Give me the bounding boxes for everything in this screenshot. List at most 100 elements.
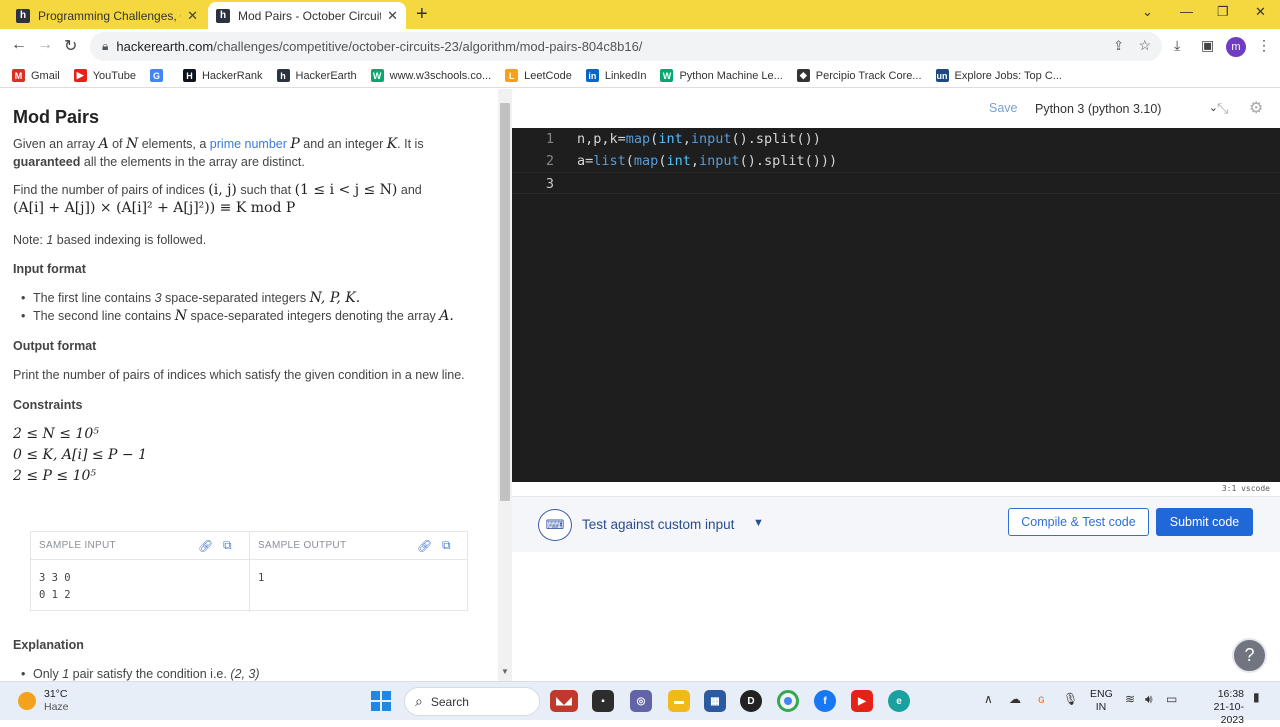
dell-icon[interactable]: D xyxy=(740,690,762,712)
copy-icon[interactable]: ⧉ xyxy=(223,538,232,553)
language-value: Python 3 (python 3.10) xyxy=(1035,102,1162,116)
line-number: 2 xyxy=(545,153,554,169)
bookmark-item[interactable]: H HackerRank xyxy=(182,69,263,82)
bookmark-label: Percipio Track Core... xyxy=(815,69,922,82)
bookmark-item[interactable]: ◆ Percipio Track Core... xyxy=(796,69,922,82)
tab-programming-challenges[interactable]: h Programming Challenges, Codi ✕ xyxy=(8,2,206,29)
forward-arrow-icon[interactable]: → xyxy=(37,36,53,54)
percipio-icon: ◆ xyxy=(796,69,810,82)
scroll-down-arrow-icon[interactable]: ▼ xyxy=(501,667,509,676)
gmail-icon: M xyxy=(12,69,25,82)
bookmark-item[interactable]: M Gmail xyxy=(12,69,60,82)
system-clock[interactable]: 16:38 21-10-2023 xyxy=(1192,688,1244,727)
browser-toolbar: ← → ↻ 🔒︎ hackerearth.com/challenges/comp… xyxy=(0,29,1280,64)
profile-avatar[interactable]: m xyxy=(1226,37,1246,57)
submit-code-button[interactable]: Submit code xyxy=(1156,508,1253,536)
minimize-icon[interactable]: — xyxy=(1180,4,1193,19)
copy-icon[interactable]: ⧉ xyxy=(442,538,451,553)
code-line[interactable]: 1 n,p,k=map(int,input().split()) xyxy=(512,128,1280,150)
problem-scrollbar[interactable]: ▼ xyxy=(498,89,512,681)
list-item: The second line contains N space-separat… xyxy=(0,307,470,325)
download-icon[interactable]: ⤓ xyxy=(1174,37,1180,54)
compile-test-button[interactable]: Compile & Test code xyxy=(1008,508,1149,536)
new-tab-plus-icon[interactable]: + xyxy=(416,3,428,26)
back-arrow-icon[interactable]: ← xyxy=(11,36,27,54)
close-window-icon[interactable]: ✕ xyxy=(1255,4,1266,20)
code-line[interactable]: 3 xyxy=(512,172,1280,194)
input-language[interactable]: ENG IN xyxy=(1090,688,1113,714)
windows-start-icon[interactable] xyxy=(371,691,391,711)
file-explorer-icon[interactable]: ▬ xyxy=(668,690,690,712)
side-panel-icon[interactable]: ▣ xyxy=(1201,37,1214,54)
address-bar[interactable]: 🔒︎ hackerearth.com/challenges/competitiv… xyxy=(90,32,1162,61)
reload-icon[interactable]: ↻ xyxy=(64,36,77,56)
constraints-heading: Constraints xyxy=(13,398,83,412)
code-line[interactable]: 2 a=list(map(int,input().split())) xyxy=(512,150,1280,172)
bookmark-item[interactable]: L LeetCode xyxy=(505,69,572,82)
bookmark-item[interactable]: un Explore Jobs: Top C... xyxy=(935,69,1062,82)
youtube-icon[interactable]: ▶ xyxy=(851,690,873,712)
hackerrank-icon: H xyxy=(182,69,196,82)
bookmark-item[interactable]: G xyxy=(149,69,169,82)
bookmark-label: Gmail xyxy=(31,69,60,82)
weather-widget[interactable]: 31°C Haze xyxy=(18,688,69,714)
output-format-text: Print the number of pairs of indices whi… xyxy=(13,368,465,382)
widget-app-icon[interactable]: ◣◢ xyxy=(550,690,578,712)
wifi-icon[interactable]: ≋ xyxy=(1125,692,1135,706)
prime-number-link[interactable]: prime number xyxy=(210,137,287,151)
settings-gear-icon[interactable]: ⚙ xyxy=(1249,98,1263,118)
close-tab-icon[interactable]: ✕ xyxy=(387,8,398,24)
leetcode-icon: L xyxy=(505,69,519,82)
microsoft-store-icon[interactable]: ▦ xyxy=(704,690,726,712)
bookmark-item[interactable]: Wwww.w3schools.co... xyxy=(370,69,491,82)
custom-input-toggle[interactable]: Test against custom input xyxy=(582,517,734,532)
link-icon[interactable]: 🔗︎ xyxy=(417,539,433,553)
bookmark-item[interactable]: h HackerEarth xyxy=(276,69,357,82)
bookmark-star-icon[interactable]: ☆ xyxy=(1138,37,1151,54)
link-icon[interactable]: 🔗︎ xyxy=(198,539,214,553)
hackerearth-icon: h xyxy=(276,69,290,82)
tab-title: Programming Challenges, Codi xyxy=(38,8,181,23)
tab-mod-pairs[interactable]: h Mod Pairs - October Circuits '23 ✕ xyxy=(208,2,406,29)
problem-panel: Mod Pairs Given an array A of N elements… xyxy=(0,89,498,681)
bookmark-item[interactable]: W Python Machine Le... xyxy=(660,69,783,82)
collapse-icon[interactable]: ⤡ xyxy=(1217,100,1228,117)
help-icon[interactable]: ? xyxy=(1232,638,1267,673)
close-tab-icon[interactable]: ✕ xyxy=(187,8,198,24)
scrollbar-thumb[interactable] xyxy=(500,103,510,501)
maximize-icon[interactable]: ❐ xyxy=(1217,4,1229,20)
microphone-icon[interactable]: 🎙︎ xyxy=(1063,692,1078,706)
share-icon[interactable]: ⇪ xyxy=(1113,38,1124,54)
onedrive-cloud-icon[interactable]: ☁ xyxy=(1009,692,1021,706)
menu-kebab-icon[interactable]: ⋮ xyxy=(1257,37,1271,54)
language-select[interactable]: Python 3 (python 3.10) ⌄ xyxy=(1027,97,1222,121)
editor-header: Save Python 3 (python 3.10) ⌄ ⤡ ⚙ xyxy=(512,89,1280,128)
edge-icon[interactable]: e xyxy=(888,690,910,712)
battery-icon[interactable]: ▭ xyxy=(1166,692,1177,706)
tray-chevron-up-icon[interactable]: ∧ xyxy=(984,692,993,706)
google-icon: G xyxy=(149,69,163,82)
teams-chat-icon[interactable]: ◎ xyxy=(630,690,652,712)
problem-formula: (A[i] + A[j]) × (A[i]² + A[j]²)) ≡ K mod… xyxy=(13,200,296,216)
problem-find: Find the number of pairs of indices (i, … xyxy=(13,182,422,216)
bookmark-item[interactable]: ▶ YouTube xyxy=(73,69,136,82)
bookmark-label: Explore Jobs: Top C... xyxy=(954,69,1062,82)
code-editor[interactable]: 1 n,p,k=map(int,input().split()) 2 a=list(m… xyxy=(512,128,1280,482)
taskbar-search[interactable]: ⌕ Search xyxy=(404,687,540,716)
app-tray-icon[interactable]: ɢ xyxy=(1038,692,1045,706)
volume-icon[interactable]: 🔊︎ xyxy=(1145,692,1153,707)
code-text: a=list(map(int,input().split())) xyxy=(577,150,837,172)
run-bar: ⌨ Test against custom input ▼ Compile & … xyxy=(512,496,1280,552)
constraint: 2 ≤ P ≤ 10⁵ xyxy=(13,468,97,484)
caret-down-icon[interactable]: ▼ xyxy=(753,517,764,529)
code-token: ().split())) xyxy=(739,153,838,169)
task-view-icon[interactable]: ▪ xyxy=(592,690,614,712)
notification-icon[interactable]: ▮ xyxy=(1253,690,1260,704)
sample-output-text: 1 xyxy=(258,572,265,584)
terminal-icon[interactable]: ⌨ xyxy=(538,509,572,541)
bookmark-item[interactable]: in LinkedIn xyxy=(585,69,646,82)
save-button[interactable]: Save xyxy=(989,101,1018,115)
chrome-icon[interactable] xyxy=(777,690,799,712)
facebook-icon[interactable]: f xyxy=(814,690,836,712)
tab-search-chevron-icon[interactable]: ⌄ xyxy=(1142,4,1153,20)
